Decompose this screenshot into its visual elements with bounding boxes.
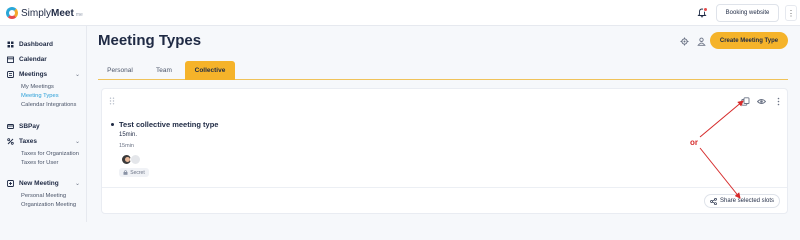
more-vertical-icon[interactable]: [774, 97, 783, 106]
sidebar-item-organization-meeting[interactable]: Organization Meeting: [21, 202, 76, 208]
notification-badge: [703, 7, 708, 12]
meeting-type-card: Test collective meeting type 15min. 15mi…: [101, 88, 788, 214]
sidebar-item-label: New Meeting: [19, 180, 59, 187]
annotation-or-label: or: [690, 138, 698, 147]
bullet-icon: [111, 123, 114, 126]
sidebar-item-label: Meetings: [19, 71, 48, 78]
meetings-icon: [7, 71, 14, 78]
sidebar-item-sbpay[interactable]: SBPay: [7, 123, 40, 130]
sidebar-item-personal-meeting[interactable]: Personal Meeting: [21, 193, 66, 199]
sidebar-item-label: Dashboard: [19, 41, 53, 48]
sidebar-item-my-meetings[interactable]: My Meetings: [21, 84, 54, 90]
sidebar-item-meeting-types[interactable]: Meeting Types: [21, 93, 59, 99]
meeting-duration: 15min: [119, 143, 134, 149]
sidebar-item-dashboard[interactable]: Dashboard: [7, 41, 53, 48]
sidebar-item-taxes-organization[interactable]: Taxes for Organization: [21, 151, 79, 157]
chevron-down-icon[interactable]: ⌄: [75, 180, 80, 187]
pay-icon: [7, 124, 14, 129]
drag-handle-icon[interactable]: [109, 97, 115, 105]
share-icon: [710, 197, 717, 205]
top-bar: Simply Meet me Booking website ⋮: [0, 0, 800, 26]
sidebar: Dashboard Calendar Meetings ⌄ My Meeting…: [0, 26, 87, 222]
brand-suffix: me: [75, 11, 83, 18]
brand-meet: Meet: [51, 7, 74, 19]
booking-website-button[interactable]: Booking website: [716, 4, 779, 22]
share-selected-slots-button[interactable]: Share selected slots: [704, 194, 780, 208]
card-divider: [102, 187, 787, 188]
brand-logo[interactable]: Simply Meet me: [6, 6, 83, 20]
brand-simply: Simply: [21, 7, 52, 19]
create-meeting-type-button[interactable]: Create Meeting Type: [710, 32, 788, 49]
meeting-duration-label: 15min.: [119, 132, 138, 138]
sidebar-item-calendar[interactable]: Calendar: [7, 56, 47, 63]
sidebar-item-label: SBPay: [19, 123, 40, 130]
more-menu-button[interactable]: ⋮: [785, 5, 797, 21]
secret-badge: Secret: [119, 168, 149, 177]
chevron-down-icon[interactable]: ⌄: [75, 138, 80, 145]
sidebar-item-meetings[interactable]: Meetings: [7, 71, 47, 78]
tab-team[interactable]: Team: [144, 61, 184, 80]
tab-personal[interactable]: Personal: [98, 61, 142, 80]
lock-icon: [123, 170, 128, 175]
avatar-placeholder: [130, 154, 141, 165]
meeting-type-tabs: Personal Team Collective: [98, 61, 788, 80]
percent-icon: [7, 138, 14, 145]
page-title: Meeting Types: [98, 32, 202, 49]
sidebar-item-taxes-user[interactable]: Taxes for User: [21, 160, 58, 166]
share-label: Share selected slots: [719, 198, 775, 204]
sidebar-item-label: Calendar: [19, 56, 47, 63]
sidebar-item-new-meeting[interactable]: New Meeting: [7, 180, 59, 187]
dashboard-icon: [7, 41, 14, 48]
copy-icon[interactable]: [741, 97, 750, 106]
sidebar-item-calendar-integrations[interactable]: Calendar Integrations: [21, 102, 76, 108]
sidebar-item-label: Taxes: [19, 138, 37, 145]
eye-icon[interactable]: [757, 97, 766, 106]
secret-label: Secret: [130, 169, 145, 176]
calendar-icon: [7, 56, 14, 63]
chevron-down-icon[interactable]: ⌄: [75, 71, 80, 78]
meeting-type-title[interactable]: Test collective meeting type: [119, 120, 218, 129]
logo-icon: [6, 7, 18, 19]
plus-square-icon: [7, 180, 14, 187]
users-icon[interactable]: [697, 37, 706, 46]
gear-icon[interactable]: [680, 37, 689, 46]
sidebar-item-taxes[interactable]: Taxes: [7, 138, 37, 145]
tab-collective[interactable]: Collective: [185, 61, 235, 80]
